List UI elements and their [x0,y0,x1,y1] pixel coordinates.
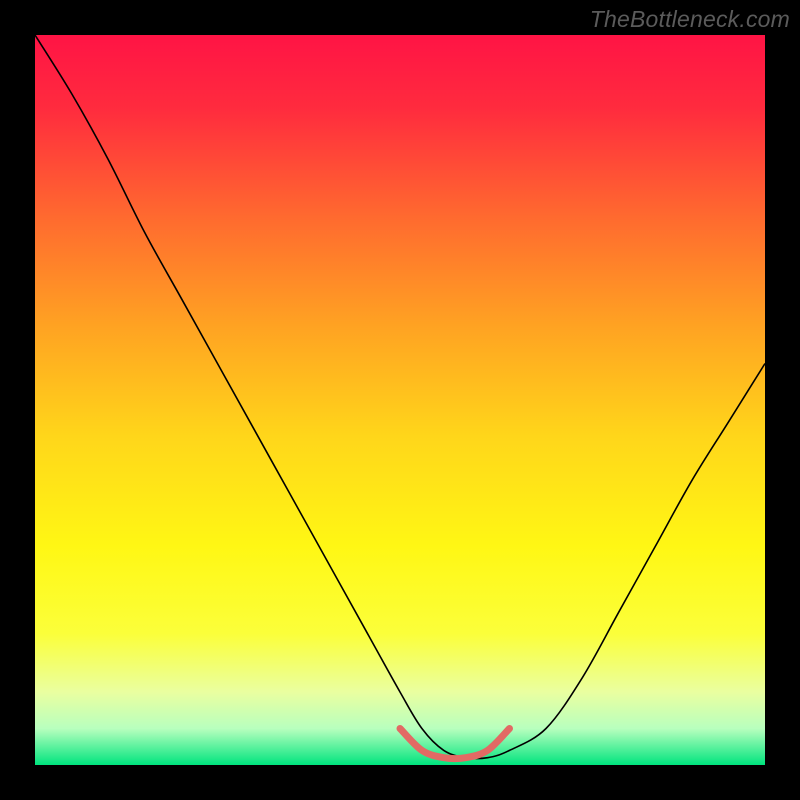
chart-svg [35,35,765,765]
watermark: TheBottleneck.com [590,6,790,33]
gradient-bg [35,35,765,765]
plot-area [35,35,765,765]
chart-frame: TheBottleneck.com [0,0,800,800]
